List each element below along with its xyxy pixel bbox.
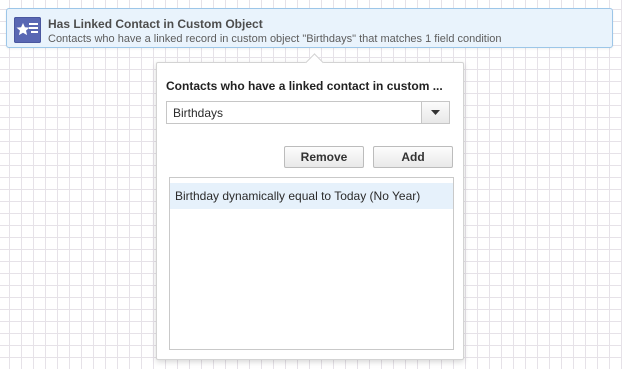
criterion-title: Has Linked Contact in Custom Object	[48, 17, 263, 31]
remove-button[interactable]: Remove	[284, 146, 364, 168]
add-button[interactable]: Add	[373, 146, 453, 168]
criterion-card[interactable]: Has Linked Contact in Custom Object Cont…	[6, 8, 613, 48]
condition-list[interactable]: Birthday dynamically equal to Today (No …	[169, 177, 454, 350]
star-list-icon	[14, 17, 41, 43]
chevron-down-icon	[431, 110, 440, 115]
popover-title: Contacts who have a linked contact in cu…	[166, 79, 443, 93]
popover-arrow	[305, 53, 324, 72]
condition-item[interactable]: Birthday dynamically equal to Today (No …	[170, 183, 453, 209]
criterion-editor-popover: Contacts who have a linked contact in cu…	[156, 53, 464, 360]
custom-object-select-value: Birthdays	[173, 106, 224, 120]
custom-object-select[interactable]: Birthdays	[166, 101, 450, 124]
custom-object-select-toggle[interactable]	[421, 102, 449, 123]
criterion-description: Contacts who have a linked record in cus…	[48, 33, 502, 45]
